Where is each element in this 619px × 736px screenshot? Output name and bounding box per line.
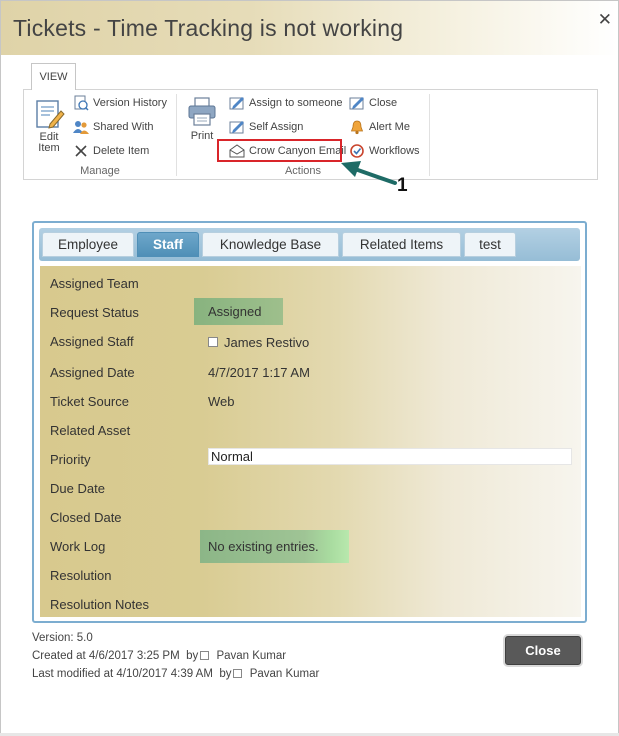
modified-by-prefix: by	[219, 668, 232, 680]
related-asset-label: Related Asset	[50, 423, 131, 438]
item-dialog: Tickets - Time Tracking is not working ✕…	[0, 0, 619, 736]
close-item-button[interactable]: Close	[349, 93, 397, 113]
priority-label: Priority	[50, 452, 91, 467]
assigned-team-label: Assigned Team	[50, 276, 139, 291]
self-assign-icon	[229, 121, 244, 134]
print-label: Print	[190, 130, 214, 142]
close-item-icon	[349, 97, 364, 110]
dialog-close-icon[interactable]: ✕	[598, 11, 612, 28]
work-log-value: No existing entries.	[200, 530, 349, 563]
assigned-staff-label: Assigned Staff	[50, 334, 134, 349]
item-form: Employee Staff Knowledge Base Related It…	[32, 221, 587, 623]
tab-staff[interactable]: Staff	[137, 232, 199, 257]
ticket-source-value: Web	[208, 394, 235, 409]
version-history-button[interactable]: Version History	[73, 93, 167, 113]
shared-with-label: Shared With	[93, 121, 154, 133]
edit-item-button[interactable]: Edit Item	[30, 98, 68, 154]
alert-me-button[interactable]: Alert Me	[349, 117, 410, 137]
resolution-label: Resolution	[50, 568, 112, 583]
shared-with-icon	[73, 121, 89, 134]
assigned-staff-value[interactable]: James Restivo	[224, 335, 309, 350]
ribbon: Edit Item Version History Shared With De…	[23, 89, 598, 180]
delete-item-button[interactable]: Delete Item	[73, 141, 149, 161]
tab-test[interactable]: test	[464, 232, 516, 257]
created-by-user[interactable]: Pavan Kumar	[216, 650, 286, 662]
close-button[interactable]: Close	[505, 636, 581, 665]
work-log-label: Work Log	[50, 539, 106, 554]
request-status-label: Request Status	[50, 305, 139, 320]
callout-arrow-icon	[341, 161, 397, 185]
self-assign-label: Self Assign	[249, 121, 304, 133]
form-tabs: Employee Staff Knowledge Base Related It…	[39, 228, 580, 261]
due-date-label: Due Date	[50, 481, 105, 496]
modified-by-user[interactable]: Pavan Kumar	[250, 668, 320, 680]
tab-knowledge-base[interactable]: Knowledge Base	[202, 232, 339, 257]
resolution-notes-label: Resolution Notes	[50, 597, 149, 612]
manage-group-label: Manage	[80, 165, 120, 177]
callout-number: 1	[397, 175, 408, 196]
user-presence-icon	[233, 669, 243, 678]
ribbon-divider	[429, 94, 430, 176]
dialog-title-bar: Tickets - Time Tracking is not working ✕	[1, 1, 618, 55]
request-status-value: Assigned	[194, 298, 283, 325]
crow-canyon-email-highlight	[217, 139, 342, 162]
tab-related-items[interactable]: Related Items	[342, 232, 461, 257]
created-info: Created at 4/6/2017 3:25 PM by Pavan Kum…	[32, 650, 286, 662]
shared-with-button[interactable]: Shared With	[73, 117, 154, 137]
closed-date-label: Closed Date	[50, 510, 122, 525]
self-assign-button[interactable]: Self Assign	[229, 117, 303, 137]
edit-item-icon	[36, 100, 65, 129]
assigned-date-value: 4/7/2017 1:17 AM	[208, 365, 310, 380]
modified-info: Last modified at 4/10/2017 4:39 AM by Pa…	[32, 668, 319, 680]
ticket-source-label: Ticket Source	[50, 394, 129, 409]
edit-item-label: Edit Item	[38, 131, 60, 154]
version-text: Version: 5.0	[32, 632, 93, 644]
delete-icon	[75, 145, 87, 157]
assign-to-someone-button[interactable]: Assign to someone	[229, 93, 343, 113]
staff-fields: Assigned Team Request Status Assigned As…	[40, 266, 581, 617]
staff-presence-icon	[208, 337, 218, 347]
printer-icon	[188, 97, 216, 126]
created-by-prefix: by	[186, 650, 199, 662]
ribbon-group-manage: Edit Item Version History Shared With De…	[24, 90, 176, 179]
tab-employee[interactable]: Employee	[42, 232, 134, 257]
user-presence-icon	[200, 651, 210, 660]
delete-item-label: Delete Item	[93, 145, 150, 157]
version-history-icon	[74, 95, 89, 111]
dialog-title: Tickets - Time Tracking is not working	[13, 15, 404, 41]
print-button[interactable]: Print	[185, 96, 219, 142]
bell-icon	[350, 120, 364, 135]
assigned-date-label: Assigned Date	[50, 365, 135, 380]
assign-to-someone-label: Assign to someone	[249, 97, 343, 109]
version-history-label: Version History	[93, 97, 167, 109]
modified-at: Last modified at 4/10/2017 4:39 AM	[32, 668, 213, 680]
close-item-label: Close	[369, 97, 398, 109]
alert-me-label: Alert Me	[369, 121, 410, 133]
priority-value: Normal	[208, 448, 572, 465]
created-at: Created at 4/6/2017 3:25 PM	[32, 650, 180, 662]
assign-icon	[229, 97, 244, 110]
ribbon-tab-view[interactable]: VIEW	[31, 63, 76, 90]
